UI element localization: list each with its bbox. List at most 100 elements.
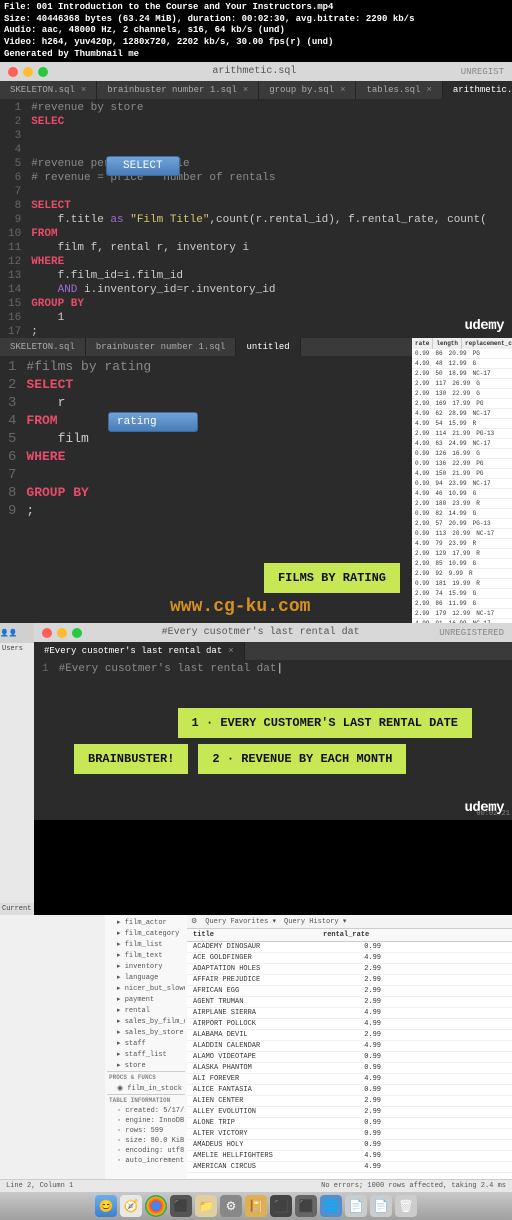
tab-current[interactable]: #Every cusotmer's last rental dat× — [34, 642, 245, 660]
table-tree[interactable]: ▸ film_actor▸ film_category▸ film_list▸ … — [105, 915, 187, 1179]
table-row[interactable]: 2.9913022.99G — [412, 389, 512, 399]
minimize-icon[interactable] — [57, 628, 67, 638]
table-row[interactable]: 4.994610.99G — [412, 489, 512, 499]
table-row[interactable]: 0.9912616.99G — [412, 449, 512, 459]
table-row[interactable]: 0.998620.99PG — [412, 349, 512, 359]
app-icon[interactable]: 📄 — [345, 1195, 367, 1217]
code-body[interactable]: #films by rating SELECT r FROM film WHER… — [22, 356, 412, 522]
table-row[interactable]: 2.9918023.99R — [412, 499, 512, 509]
zoom-icon[interactable] — [72, 628, 82, 638]
table-row[interactable]: 0.9918119.99R — [412, 579, 512, 589]
app-icon[interactable]: 🌐 — [320, 1195, 342, 1217]
table-row[interactable]: AMERICAN CIRCUS4.99 — [187, 1162, 512, 1173]
table-row[interactable]: 2.9911421.99PG-13 — [412, 429, 512, 439]
table-row[interactable]: ACADEMY DINOSAUR0.99 — [187, 942, 512, 953]
tree-item[interactable]: ▸ language — [107, 972, 185, 983]
close-icon[interactable]: × — [426, 85, 431, 95]
finder-icon[interactable]: 😊 — [95, 1195, 117, 1217]
app-icon[interactable]: ⬛ — [295, 1195, 317, 1217]
code-editor[interactable]: 123456789 #films by rating SELECT r FROM… — [0, 356, 412, 522]
table-row[interactable]: ALLEY EVOLUTION2.99 — [187, 1107, 512, 1118]
table-row[interactable]: 4.995415.99R — [412, 419, 512, 429]
tree-item[interactable]: ◉ film_in_stock — [107, 1083, 185, 1094]
tree-item[interactable]: ▸ film_category — [107, 928, 185, 939]
table-row[interactable]: AFRICAN EGG2.99 — [187, 986, 512, 997]
tree-item[interactable]: ▸ sales_by_store — [107, 1027, 185, 1038]
tab-skeleton[interactable]: SKELETON.sql — [0, 338, 86, 356]
table-row[interactable]: ADAPTATION HOLES2.99 — [187, 964, 512, 975]
tree-item[interactable]: ▸ store — [107, 1060, 185, 1071]
table-row[interactable]: 2.9917912.99NC-17 — [412, 609, 512, 619]
table-row[interactable]: 0.9911320.99NC-17 — [412, 529, 512, 539]
tab-groupby[interactable]: group by.sql× — [259, 81, 356, 99]
zoom-icon[interactable] — [38, 67, 48, 77]
tree-item[interactable]: ▸ nicer_but_slower_film_list — [107, 983, 185, 994]
table-row[interactable]: 0.998214.99G — [412, 509, 512, 519]
table-row[interactable]: ALONE TRIP0.99 — [187, 1118, 512, 1129]
tab-tables[interactable]: tables.sql× — [356, 81, 442, 99]
autocomplete-popup[interactable]: rating — [108, 412, 198, 432]
close-icon[interactable] — [42, 628, 52, 638]
table-row[interactable]: 2.995720.99PG-13 — [412, 519, 512, 529]
gear-icon[interactable]: ⚙ — [191, 917, 197, 926]
table-row[interactable]: ALADDIN CALENDAR4.99 — [187, 1041, 512, 1052]
table-row[interactable]: 2.9911726.99G — [412, 379, 512, 389]
close-icon[interactable]: × — [228, 646, 233, 656]
table-row[interactable]: 4.996324.99NC-17 — [412, 439, 512, 449]
safari-icon[interactable]: 🧭 — [120, 1195, 142, 1217]
table-row[interactable]: 2.998510.99G — [412, 559, 512, 569]
table-row[interactable]: ACE GOLDFINGER4.99 — [187, 953, 512, 964]
table-row[interactable]: AIRPORT POLLOCK4.99 — [187, 1019, 512, 1030]
table-row[interactable]: ALTER VICTORY0.99 — [187, 1129, 512, 1140]
close-icon[interactable]: × — [340, 85, 345, 95]
query-favorites-menu[interactable]: Query Favorites ▾ — [205, 917, 276, 926]
app-icon[interactable]: ⚙ — [220, 1195, 242, 1217]
tab-brainbuster[interactable]: brainbuster number 1.sql — [86, 338, 237, 356]
result-table[interactable]: rate length replacement_cost rating 0.99… — [412, 338, 512, 623]
tree-item[interactable]: ▸ film_actor — [107, 917, 185, 928]
tab-arithmetic[interactable]: arithmetic.sql× — [443, 81, 512, 99]
app-icon[interactable]: 📄 — [370, 1195, 392, 1217]
app-icon[interactable]: ⬛ — [170, 1195, 192, 1217]
minimize-icon[interactable] — [23, 67, 33, 77]
table-row[interactable]: ALICE FANTASIA0.99 — [187, 1085, 512, 1096]
table-row[interactable]: 4.994812.99G — [412, 359, 512, 369]
autocomplete-popup[interactable]: SELECT — [106, 156, 180, 176]
table-row[interactable]: ALIEN CENTER2.99 — [187, 1096, 512, 1107]
close-icon[interactable]: × — [243, 85, 248, 95]
table-row[interactable]: ALAMO VIDEOTAPE0.99 — [187, 1052, 512, 1063]
app-icon[interactable]: 📔 — [245, 1195, 267, 1217]
table-row[interactable]: 0.9913622.99PG — [412, 459, 512, 469]
chrome-icon[interactable] — [145, 1195, 167, 1217]
table-row[interactable]: 2.9916917.99PG — [412, 399, 512, 409]
table-row[interactable]: 2.9912917.99R — [412, 549, 512, 559]
tab-brainbuster[interactable]: brainbuster number 1.sql× — [97, 81, 259, 99]
query-history-menu[interactable]: Query History ▾ — [284, 917, 346, 926]
table-row[interactable]: AIRPLANE SIERRA4.99 — [187, 1008, 512, 1019]
query-result-table[interactable]: ⚙ Query Favorites ▾ Query History ▾ titl… — [187, 915, 512, 1179]
table-row[interactable]: 4.996228.99NC-17 — [412, 409, 512, 419]
tree-item[interactable]: ▸ film_list — [107, 939, 185, 950]
table-row[interactable]: 4.9915021.99PG — [412, 469, 512, 479]
table-row[interactable]: 4.997923.99R — [412, 539, 512, 549]
trash-icon[interactable]: 🗑 — [395, 1195, 417, 1217]
table-row[interactable]: AFFAIR PREJUDICE2.99 — [187, 975, 512, 986]
close-icon[interactable] — [8, 67, 18, 77]
app-icon[interactable]: 📁 — [195, 1195, 217, 1217]
tree-item[interactable]: ▸ inventory — [107, 961, 185, 972]
tree-item[interactable]: ▸ rental — [107, 1005, 185, 1016]
tree-item[interactable]: ▸ payment — [107, 994, 185, 1005]
table-row[interactable]: 0.999423.99NC-17 — [412, 479, 512, 489]
tab-untitled[interactable]: untitled — [236, 338, 300, 356]
table-row[interactable]: AMADEUS HOLY0.99 — [187, 1140, 512, 1151]
table-row[interactable]: 2.998611.99G — [412, 599, 512, 609]
tree-item[interactable]: ▸ film_text — [107, 950, 185, 961]
table-row[interactable]: ALABAMA DEVIL2.99 — [187, 1030, 512, 1041]
table-row[interactable]: AMELIE HELLFIGHTERS4.99 — [187, 1151, 512, 1162]
close-icon[interactable]: × — [81, 85, 86, 95]
tree-item[interactable]: ▸ staff — [107, 1038, 185, 1049]
tree-item[interactable]: ▸ sales_by_film_category — [107, 1016, 185, 1027]
tab-skeleton[interactable]: SKELETON.sql× — [0, 81, 97, 99]
table-row[interactable]: ALASKA PHANTOM0.99 — [187, 1063, 512, 1074]
table-row[interactable]: 2.997415.99G — [412, 589, 512, 599]
